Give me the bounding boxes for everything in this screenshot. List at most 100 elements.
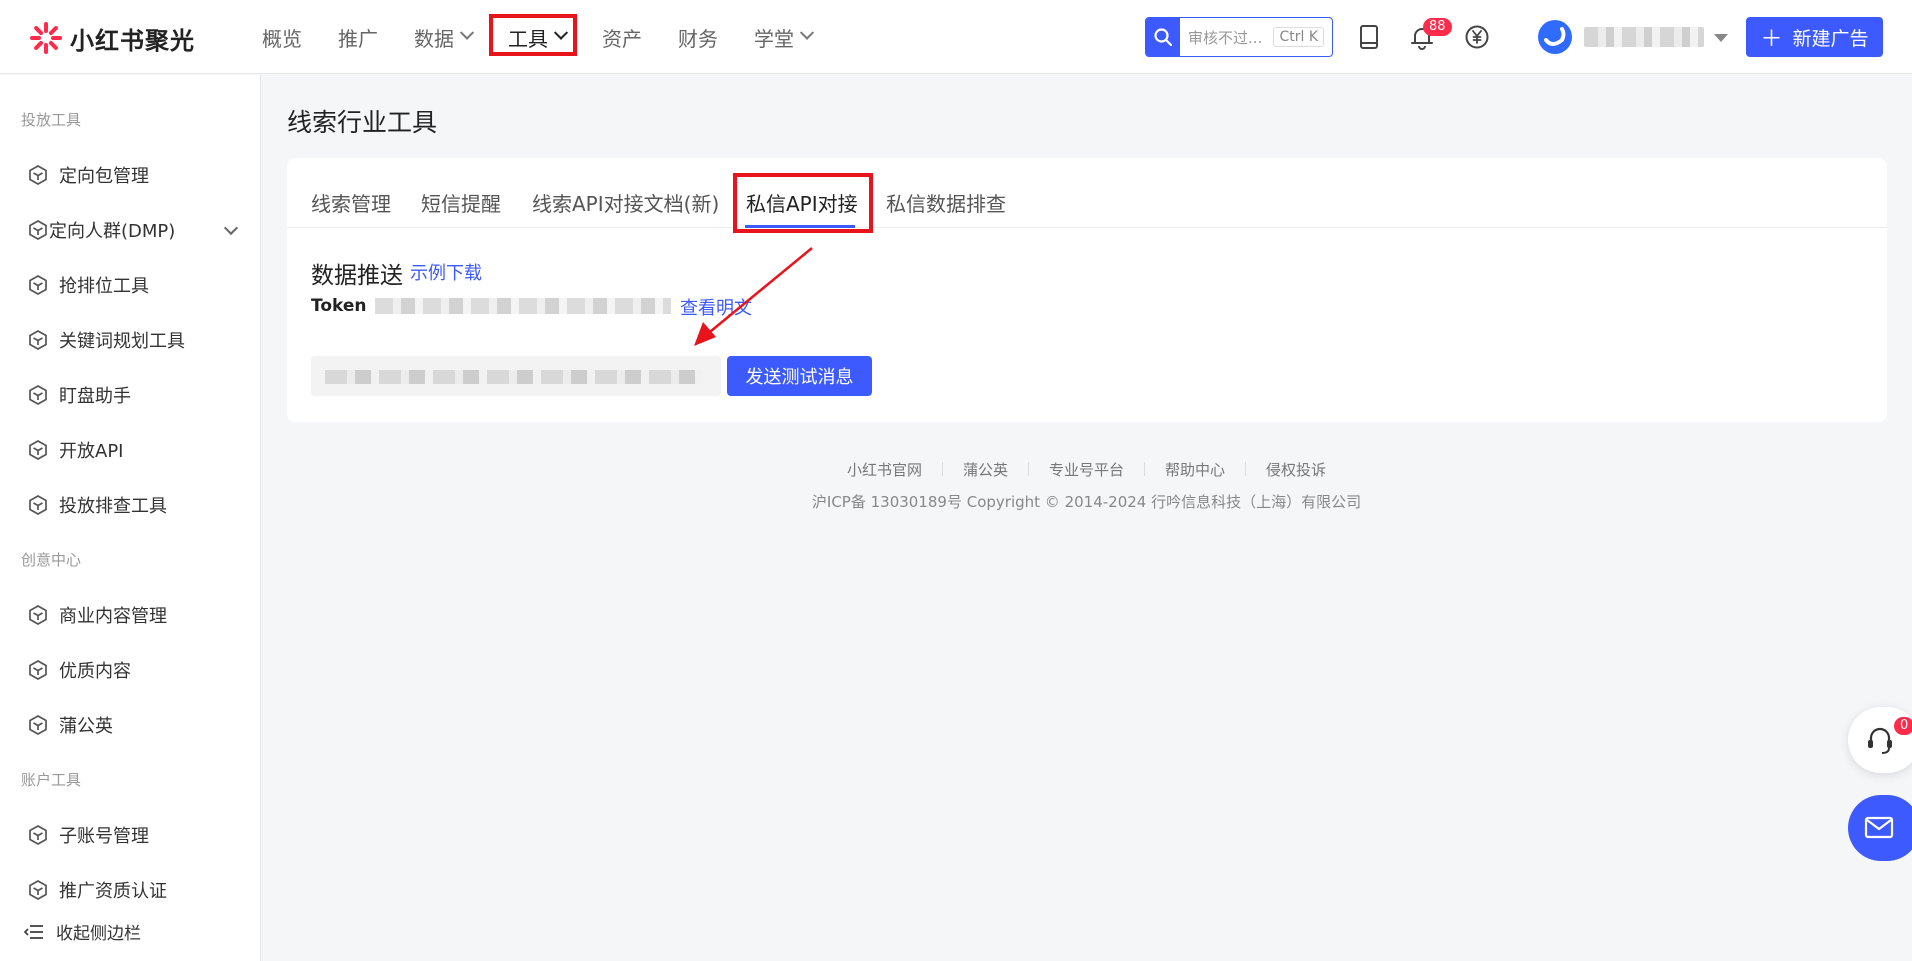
tab-dm-data-check[interactable]: 私信数据排查 <box>886 188 1006 217</box>
cube-icon <box>29 715 47 735</box>
footer-link[interactable]: 专业号平台 <box>1049 459 1124 480</box>
token-label: Token <box>311 296 367 316</box>
chevron-down-icon <box>459 25 475 40</box>
sidebar-item-pugongying[interactable]: 蒲公英 <box>27 712 242 738</box>
tab-bar: 线索管理 短信提醒 线索API对接文档(新) 私信API对接 私信数据排查 <box>287 158 1887 228</box>
section-title: 数据推送 <box>311 263 403 289</box>
sidebar-item-troubleshoot[interactable]: 投放排查工具 <box>27 492 242 518</box>
yen-icon[interactable] <box>1462 22 1492 52</box>
tab-dm-api[interactable]: 私信API对接 <box>746 188 858 217</box>
sample-download-link[interactable]: 示例下载 <box>410 259 482 285</box>
mail-icon <box>1864 816 1894 839</box>
divider <box>1027 462 1029 476</box>
cube-icon <box>29 165 47 185</box>
collapse-icon <box>24 924 43 939</box>
chevron-down-icon[interactable] <box>223 220 239 236</box>
token-value-blurred <box>375 298 671 314</box>
new-ad-label: 新建广告 <box>1792 27 1869 50</box>
user-name-blurred[interactable] <box>1584 27 1704 47</box>
nav-assets[interactable]: 资产 <box>602 23 642 52</box>
tablet-icon[interactable] <box>1354 22 1384 52</box>
top-nav: 概览 推广 数据 工具 资产 财务 学堂 <box>262 0 848 74</box>
page-title: 线索行业工具 <box>287 108 438 137</box>
sidebar-section-title: 账户工具 <box>21 771 82 789</box>
test-message-input[interactable] <box>311 356 721 396</box>
nav-academy[interactable]: 学堂 <box>754 23 815 52</box>
sidebar-item-label: 定向人群(DMP) <box>49 221 176 242</box>
footer-link[interactable]: 蒲公英 <box>963 459 1008 480</box>
nav-overview[interactable]: 概览 <box>262 23 302 52</box>
nav-promotion[interactable]: 推广 <box>338 23 378 52</box>
chevron-down-icon <box>799 25 815 40</box>
sidebar-item-label: 盯盘助手 <box>59 386 131 407</box>
plus-icon: ＋ <box>1760 27 1783 52</box>
cube-icon <box>29 330 47 350</box>
footer-link[interactable]: 小红书官网 <box>847 459 922 480</box>
sidebar-section-title: 创意中心 <box>21 551 82 569</box>
main-card: 线索管理 短信提醒 线索API对接文档(新) 私信API对接 私信数据排查 数据… <box>287 158 1887 422</box>
support-badge: 0 <box>1894 717 1912 735</box>
collapse-sidebar-button[interactable]: 收起侧边栏 <box>24 919 141 944</box>
sidebar-item-label: 推广资质认证 <box>59 881 167 902</box>
brand-name: 小红书聚光 <box>70 26 195 55</box>
nav-data[interactable]: 数据 <box>414 23 475 52</box>
sidebar-item-sub-accounts[interactable]: 子账号管理 <box>27 822 242 848</box>
sidebar-item-content-management[interactable]: 商业内容管理 <box>27 602 242 628</box>
sidebar-item-targeting-package[interactable]: 定向包管理 <box>27 162 242 188</box>
cube-icon <box>29 825 47 845</box>
cube-icon <box>29 440 47 460</box>
sidebar-item-label: 抢排位工具 <box>59 276 149 297</box>
sidebar: 投放工具 定向包管理 定向人群(DMP) 抢排位工具 关键词规划工具 盯盘助手 … <box>0 75 261 961</box>
search-icon <box>1154 28 1173 47</box>
search-input[interactable]: 审核不过... <box>1188 27 1273 48</box>
cube-icon <box>29 220 47 240</box>
sidebar-item-label: 子账号管理 <box>59 826 149 847</box>
footer-link[interactable]: 侵权投诉 <box>1266 459 1326 480</box>
send-test-message-button[interactable]: 发送测试消息 <box>727 356 872 396</box>
tab-lead-management[interactable]: 线索管理 <box>311 188 391 217</box>
footer-links: 小红书官网 蒲公英 专业号平台 帮助中心 侵权投诉 <box>0 459 1912 480</box>
sidebar-item-dmp[interactable]: 定向人群(DMP) <box>27 217 242 243</box>
search-box[interactable]: 审核不过... Ctrl K <box>1145 17 1333 57</box>
tab-lead-api-docs[interactable]: 线索API对接文档(新) <box>532 188 719 217</box>
nav-data-label: 数据 <box>414 26 454 51</box>
tab-sms-reminder[interactable]: 短信提醒 <box>421 188 501 217</box>
divider <box>1245 462 1247 476</box>
nav-finance[interactable]: 财务 <box>678 23 718 52</box>
cube-icon <box>29 880 47 900</box>
collapse-sidebar-label: 收起侧边栏 <box>56 924 141 944</box>
sidebar-item-rank-tool[interactable]: 抢排位工具 <box>27 272 242 298</box>
cube-icon <box>29 495 47 515</box>
sidebar-item-keyword-planner[interactable]: 关键词规划工具 <box>27 327 242 353</box>
annotation-arrow <box>694 247 813 346</box>
nav-finance-label: 财务 <box>678 26 718 51</box>
new-ad-button[interactable]: ＋ 新建广告 <box>1746 17 1883 57</box>
mail-button[interactable] <box>1848 795 1912 861</box>
active-tab-indicator <box>745 225 855 228</box>
search-shortcut: Ctrl K <box>1273 27 1324 47</box>
sidebar-item-qualification[interactable]: 推广资质认证 <box>27 877 242 903</box>
divider <box>1144 462 1145 476</box>
brand-logo-icon <box>30 22 62 54</box>
footer-link[interactable]: 帮助中心 <box>1165 459 1225 480</box>
sidebar-item-label: 关键词规划工具 <box>59 331 185 352</box>
nav-academy-label: 学堂 <box>754 26 794 51</box>
sidebar-item-label: 投放排查工具 <box>59 496 167 517</box>
divider <box>941 462 943 476</box>
nav-tools[interactable]: 工具 <box>508 23 569 52</box>
sidebar-item-quality-content[interactable]: 优质内容 <box>27 657 242 683</box>
sidebar-item-monitor-assistant[interactable]: 盯盘助手 <box>27 382 242 408</box>
chevron-down-icon <box>553 25 569 40</box>
cube-icon <box>29 275 47 295</box>
brand-logo[interactable]: 小红书聚光 <box>28 20 195 56</box>
view-plaintext-link[interactable]: 查看明文 <box>680 294 752 320</box>
nav-promotion-label: 推广 <box>338 26 378 51</box>
caret-down-icon[interactable] <box>1714 34 1728 42</box>
sidebar-section-title: 投放工具 <box>21 111 82 129</box>
avatar[interactable] <box>1538 20 1572 54</box>
sidebar-item-label: 优质内容 <box>59 661 131 682</box>
cube-icon <box>29 385 47 405</box>
search-button[interactable] <box>1146 18 1180 56</box>
sidebar-item-label: 蒲公英 <box>59 716 113 737</box>
cube-icon <box>29 605 47 625</box>
